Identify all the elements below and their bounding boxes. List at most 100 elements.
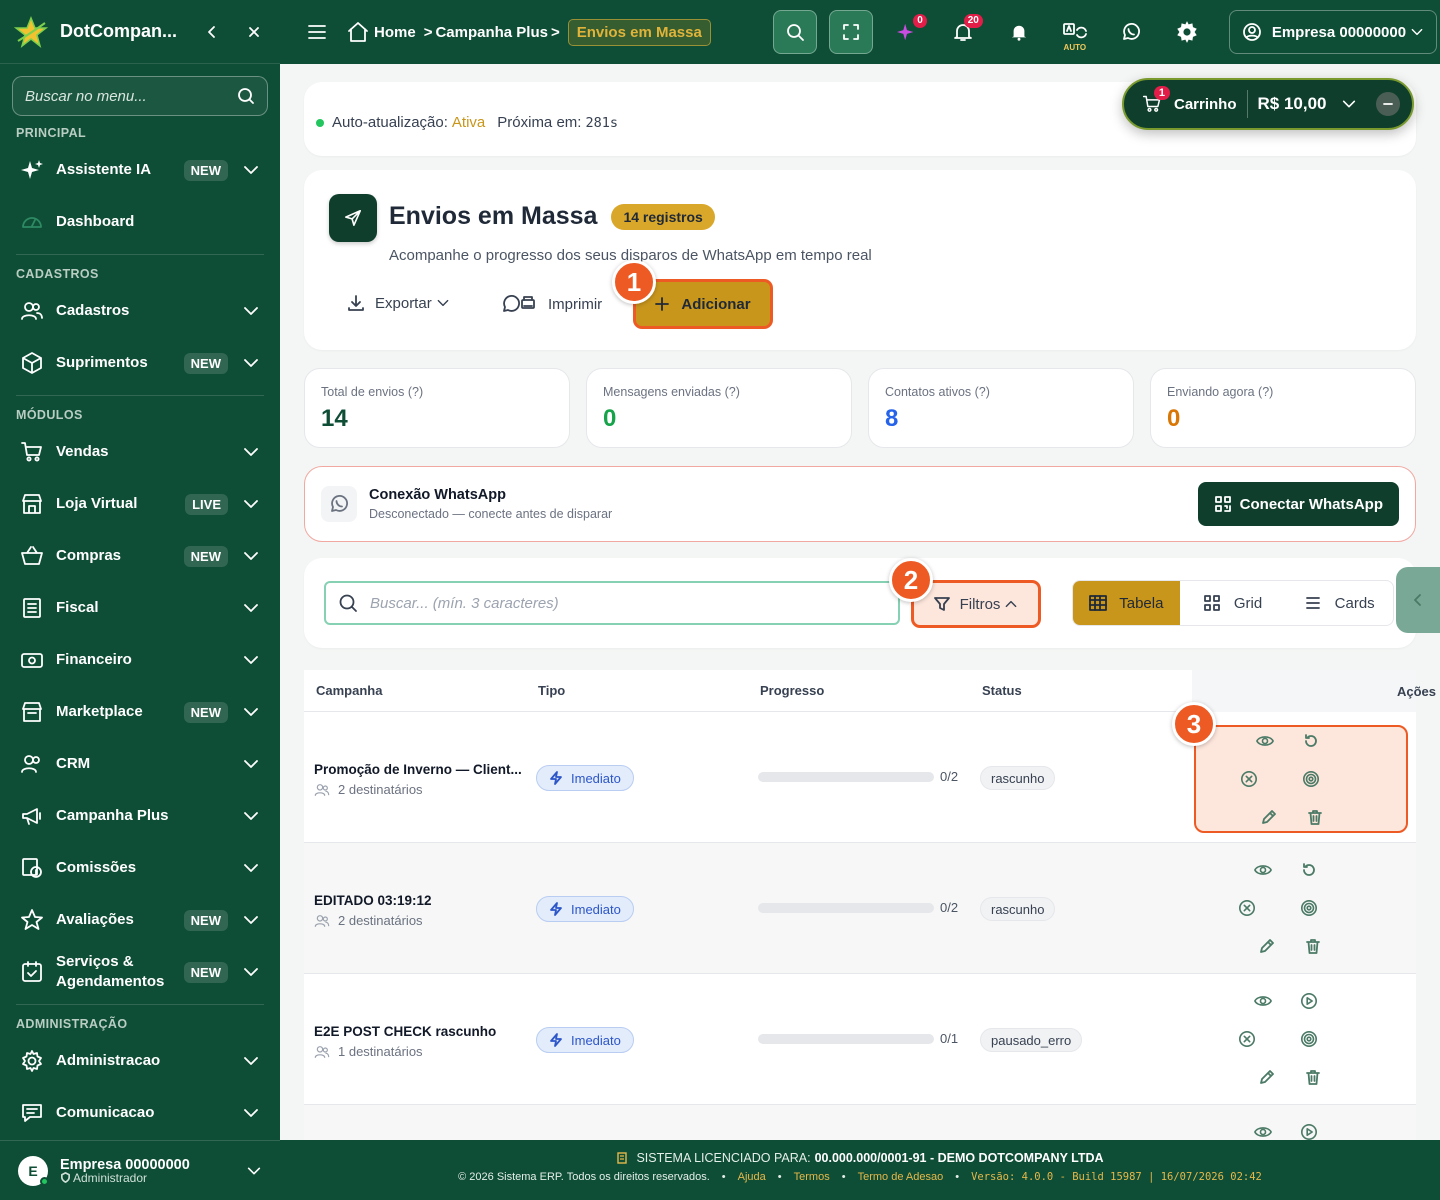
cancel-button[interactable] <box>1236 897 1258 919</box>
delete-button[interactable] <box>1304 806 1326 828</box>
sidebar-item-comunicacao[interactable]: Comunicacao <box>0 1087 280 1139</box>
filters-button[interactable]: Filtros <box>914 583 1038 625</box>
sidebar-item-cadastros[interactable]: Cadastros <box>0 285 280 337</box>
sidebar-item-servicos-agendamentos[interactable]: Serviços & Agendamentos NEW <box>0 946 280 998</box>
message-icon <box>22 1104 42 1122</box>
view-tab-table[interactable]: Tabela <box>1073 581 1180 625</box>
whatsapp-title: Conexão WhatsApp <box>369 487 506 503</box>
sidebar-item-loja-virtual[interactable]: Loja Virtual LIVE <box>0 478 280 530</box>
column-header-status[interactable]: Status <box>982 683 1022 698</box>
cancel-button[interactable] <box>1238 768 1260 790</box>
view-button[interactable] <box>1254 730 1276 752</box>
sidebar-search-input[interactable] <box>25 87 237 105</box>
column-header-type[interactable]: Tipo <box>538 683 565 698</box>
campaign-name[interactable]: EDITADO 03:19:12 <box>314 893 524 908</box>
sidebar-item-label: Vendas <box>56 443 109 460</box>
export-button[interactable]: Exportar <box>347 294 450 312</box>
progress-label: 0/1 <box>940 1031 959 1046</box>
divider <box>16 254 264 255</box>
sidebar-item-crm[interactable]: CRM <box>0 738 280 790</box>
breadcrumb-parent[interactable]: Campanha Plus <box>435 24 548 41</box>
target-button[interactable] <box>1300 768 1322 790</box>
column-header-progress[interactable]: Progresso <box>760 683 824 698</box>
alerts-button[interactable] <box>997 10 1041 54</box>
fullscreen-button[interactable] <box>828 10 873 54</box>
column-header-campaign[interactable]: Campanha <box>316 683 382 698</box>
chevron-down-icon <box>244 708 258 716</box>
print-button[interactable]: Imprimir <box>502 294 602 314</box>
add-button[interactable]: Adicionar <box>636 282 770 326</box>
chevron-down-icon[interactable] <box>1341 96 1357 112</box>
view-label: Grid <box>1233 594 1263 612</box>
sidebar-item-avaliacoes[interactable]: Avaliações NEW <box>0 894 280 946</box>
menu-icon[interactable] <box>304 10 330 54</box>
target-button[interactable] <box>1298 1028 1320 1050</box>
table-row[interactable]: E2E POST CHECK rascunho 1 destinatários Im… <box>304 974 1416 1105</box>
sidebar-item-dashboard[interactable]: Dashboard <box>0 196 280 248</box>
view-tab-cards[interactable]: Cards <box>1286 581 1393 625</box>
footer-link-help[interactable]: Ajuda <box>738 1171 766 1183</box>
auto-translate-button[interactable]: AUTO <box>1053 10 1097 54</box>
close-icon[interactable] <box>242 20 266 44</box>
view-button[interactable] <box>1252 859 1274 881</box>
footer-separator: • <box>841 1171 846 1183</box>
stat-card-sending: Enviando agora (?) 0 <box>1150 368 1416 448</box>
sidebar-item-financeiro[interactable]: Financeiro <box>0 634 280 686</box>
retry-button[interactable] <box>1298 859 1320 881</box>
sidebar-item-fiscal[interactable]: Fiscal <box>0 582 280 634</box>
whatsapp-button[interactable] <box>1109 10 1153 54</box>
side-panel-toggle[interactable] <box>1396 567 1440 633</box>
edit-button[interactable] <box>1256 935 1278 957</box>
view-switcher: Tabela Grid Cards <box>1072 580 1394 626</box>
footer-link-terms[interactable]: Termos <box>794 1171 830 1183</box>
chevron-down-icon <box>244 166 258 174</box>
view-tab-grid[interactable]: Grid <box>1180 581 1287 625</box>
whatsapp-icon <box>1122 23 1140 40</box>
global-search-button[interactable] <box>772 10 817 54</box>
breadcrumb-home[interactable]: Home <box>374 24 416 41</box>
cart-widget[interactable]: 1 Carrinho R$ 10,00 <box>1122 78 1414 130</box>
sidebar-item-campanha-plus[interactable]: Campanha Plus <box>0 790 280 842</box>
table-row[interactable]: Promoção de Inverno — Client... 2 destina… <box>304 712 1416 843</box>
sidebar-item-administracao[interactable]: Administracao <box>0 1035 280 1087</box>
footer-link-agreement[interactable]: Termo de Adesao <box>858 1171 944 1183</box>
delete-button[interactable] <box>1302 1066 1324 1088</box>
view-button[interactable] <box>1252 990 1274 1012</box>
chevron-down-icon <box>437 299 449 307</box>
sidebar-item-marketplace[interactable]: Marketplace NEW <box>0 686 280 738</box>
sidebar-user[interactable]: E Empresa 00000000 Administrador <box>0 1140 280 1200</box>
edit-button[interactable] <box>1256 1066 1278 1088</box>
list-search-input[interactable] <box>370 594 886 612</box>
campaign-cell: EDITADO 03:19:12 2 destinatários <box>314 893 524 928</box>
connect-whatsapp-button[interactable]: Conectar WhatsApp <box>1197 482 1399 526</box>
campaign-name[interactable]: E2E POST CHECK rascunho <box>314 1024 524 1039</box>
retry-button[interactable] <box>1300 730 1322 752</box>
collapse-cart-button[interactable] <box>1376 92 1400 116</box>
sidebar-item-suprimentos[interactable]: Suprimentos NEW <box>0 337 280 389</box>
sidebar-item-label: Assistente IA <box>56 161 152 178</box>
view-button[interactable] <box>1252 1121 1274 1140</box>
cart-icon <box>21 442 42 462</box>
start-button[interactable] <box>1298 1121 1320 1140</box>
sidebar-header: DotCompan... <box>0 0 280 64</box>
cancel-icon <box>1238 1030 1256 1048</box>
notifications-button[interactable]: 20 <box>941 10 985 54</box>
sidebar-item-assistente-ia[interactable]: Assistente IA NEW <box>0 144 280 196</box>
collapse-sidebar-icon[interactable] <box>200 20 224 44</box>
company-selector[interactable]: Empresa 00000000 <box>1228 10 1437 54</box>
sidebar-item-comissoes[interactable]: Comissões <box>0 842 280 894</box>
ai-assistant-button[interactable]: 0 <box>885 10 929 54</box>
campaign-name[interactable]: Promoção de Inverno — Client... <box>314 762 524 777</box>
section-cadastros: CADASTROS <box>16 267 99 281</box>
type-label: Imediato <box>571 1032 621 1048</box>
edit-button[interactable] <box>1258 806 1280 828</box>
table-row[interactable]: EDITADO 03:19:12 2 destinatários Imediato 0… <box>304 843 1416 974</box>
sidebar-item-vendas[interactable]: Vendas <box>0 426 280 478</box>
delete-button[interactable] <box>1302 935 1324 957</box>
settings-button[interactable] <box>1165 10 1209 54</box>
table-row[interactable] <box>304 1105 1416 1140</box>
start-button[interactable] <box>1298 990 1320 1012</box>
cancel-button[interactable] <box>1236 1028 1258 1050</box>
target-button[interactable] <box>1298 897 1320 919</box>
sidebar-item-compras[interactable]: Compras NEW <box>0 530 280 582</box>
